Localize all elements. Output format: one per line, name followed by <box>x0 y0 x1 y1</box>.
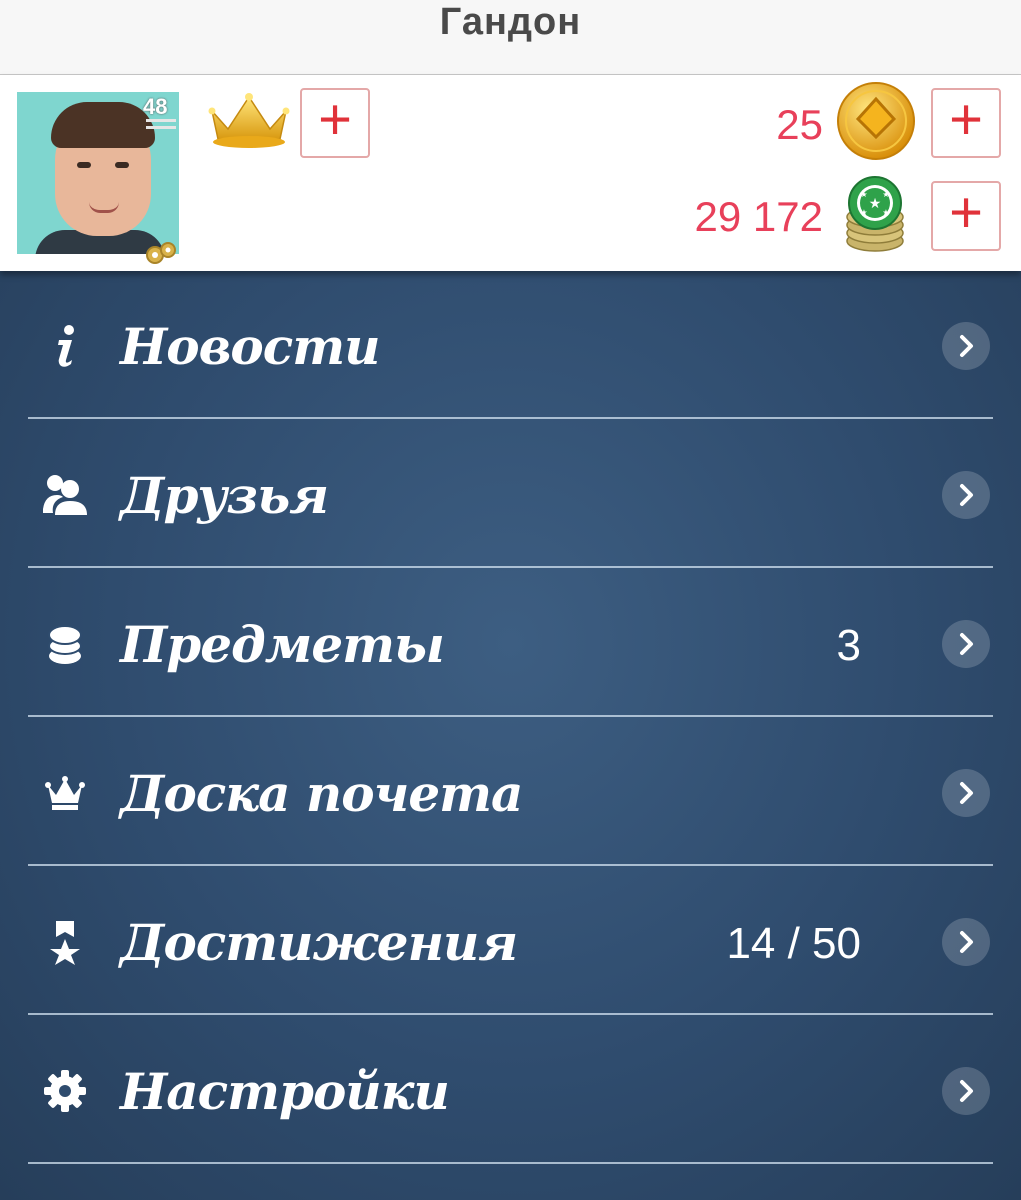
buy-chips-button[interactable]: + <box>931 181 1001 251</box>
menu-item-label: Доска почета <box>120 764 523 823</box>
achievement-icon <box>40 917 90 967</box>
items-icon <box>40 619 90 669</box>
menu-item-count: 3 <box>836 621 861 670</box>
chevron-right-icon <box>942 769 990 817</box>
chevron-right-icon <box>942 471 990 519</box>
menu-item-label: Достижения <box>120 913 518 972</box>
gold-coin-icon <box>836 81 916 161</box>
buy-vip-button[interactable]: + <box>300 88 370 158</box>
divider <box>28 417 993 419</box>
crown-icon[interactable] <box>208 89 290 151</box>
svg-text:★: ★ <box>882 190 889 199</box>
title-bar: Гандон <box>0 0 1021 75</box>
crown-icon <box>40 768 90 818</box>
menu-item-settings[interactable]: Настройки <box>0 1016 1021 1164</box>
menu-item-items[interactable]: Предметы 3 <box>0 569 1021 717</box>
menu-item-leaderboard[interactable]: Доска почета <box>0 718 1021 866</box>
divider <box>28 864 993 866</box>
chevron-right-icon <box>942 918 990 966</box>
svg-text:★: ★ <box>860 208 867 217</box>
chevron-right-icon <box>942 1067 990 1115</box>
chevron-right-icon <box>942 322 990 370</box>
divider <box>28 566 993 568</box>
info-icon <box>40 321 90 371</box>
profile-panel: 48 + 25 + 29 172 ★ ★ ★ ★ ★ + <box>0 75 1021 271</box>
gears-badge-icon <box>144 239 178 267</box>
gold-amount: 25 <box>776 101 823 148</box>
svg-text:★: ★ <box>860 190 867 199</box>
page-title: Гандон <box>439 0 582 43</box>
svg-text:★: ★ <box>882 208 889 217</box>
menu-item-news[interactable]: Новости <box>0 271 1021 419</box>
divider <box>28 1162 993 1164</box>
menu-item-label: Новости <box>120 317 380 376</box>
menu-item-label: Настройки <box>120 1062 450 1121</box>
menu-item-friends[interactable]: Друзья <box>0 420 1021 568</box>
friends-icon <box>40 470 90 520</box>
level-bars-icon <box>146 119 176 133</box>
menu-item-count: 14 / 50 <box>726 919 861 968</box>
chips-amount: 29 172 <box>694 193 823 240</box>
menu-item-label: Друзья <box>120 466 329 525</box>
level-badge: 48 <box>143 94 168 119</box>
divider <box>28 1013 993 1015</box>
main-menu: Новости Друзья Предметы 3 Доска почета Д… <box>0 271 1021 1200</box>
svg-text:★: ★ <box>869 196 882 212</box>
gear-icon <box>40 1066 90 1116</box>
buy-gold-button[interactable]: + <box>931 88 1001 158</box>
chevron-right-icon <box>942 620 990 668</box>
menu-item-label: Предметы <box>120 615 445 674</box>
menu-item-achievements[interactable]: Достижения 14 / 50 <box>0 867 1021 1015</box>
divider <box>28 715 993 717</box>
chip-stack-icon: ★ ★ ★ ★ ★ <box>842 175 908 255</box>
